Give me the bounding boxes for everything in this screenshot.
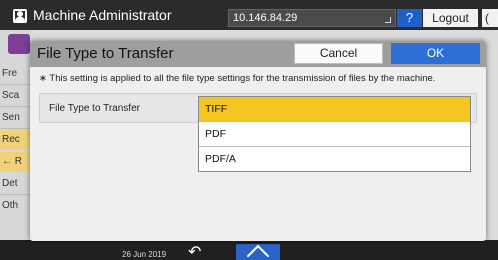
back-arrow-icon[interactable]: ↶	[188, 245, 201, 260]
date-label: 26 Jun 2019	[122, 250, 167, 259]
divider	[0, 84, 30, 85]
file-type-dropdown: TIFF PDF PDF/A	[198, 96, 471, 172]
menu-item[interactable]: Fre	[0, 64, 30, 84]
ip-address-field[interactable]: 10.146.84.29	[228, 9, 396, 27]
dialog-title: File Type to Transfer	[37, 45, 174, 62]
menu-item[interactable]: ← R	[0, 152, 30, 172]
file-type-dialog: File Type to Transfer Cancel OK ∗ This s…	[30, 41, 486, 241]
menu-item[interactable]: Sen	[0, 108, 30, 128]
note-text: ∗ This setting is applied to all the fil…	[39, 73, 436, 84]
divider	[0, 128, 30, 129]
option-pdf-a[interactable]: PDF/A	[199, 147, 470, 172]
option-pdf[interactable]: PDF	[199, 122, 470, 147]
cancel-button[interactable]: Cancel	[294, 43, 383, 64]
ok-button[interactable]: OK	[391, 43, 480, 64]
background-menu: Fre Sca Sen Rec ← R Det Oth	[0, 30, 30, 240]
menu-item[interactable]: Sca	[0, 86, 30, 106]
ip-address-text: 10.146.84.29	[233, 12, 298, 24]
divider	[0, 106, 30, 107]
app-icon	[8, 34, 30, 54]
user-icon	[13, 9, 27, 23]
setting-label: File Type to Transfer	[49, 103, 140, 114]
screen: Machine Administrator 10.146.84.29 ? Log…	[0, 0, 498, 260]
user-title: Machine Administrator	[33, 7, 172, 23]
menu-item[interactable]: Oth	[0, 196, 30, 216]
logout-button[interactable]: Logout	[423, 9, 478, 27]
top-bar: Machine Administrator 10.146.84.29 ? Log…	[0, 0, 498, 30]
dialog-header: File Type to Transfer Cancel OK	[30, 41, 486, 67]
help-button[interactable]: ?	[397, 9, 422, 27]
menu-item[interactable]: Det	[0, 174, 30, 194]
resize-corner-icon	[385, 17, 391, 23]
energy-saver-button[interactable]: (	[482, 9, 498, 27]
bottom-bar: 26 Jun 2019 ↶	[0, 240, 498, 260]
option-tiff[interactable]: TIFF	[199, 97, 470, 122]
home-icon[interactable]	[236, 244, 280, 260]
divider	[0, 194, 30, 195]
menu-item[interactable]: Rec	[0, 130, 30, 150]
